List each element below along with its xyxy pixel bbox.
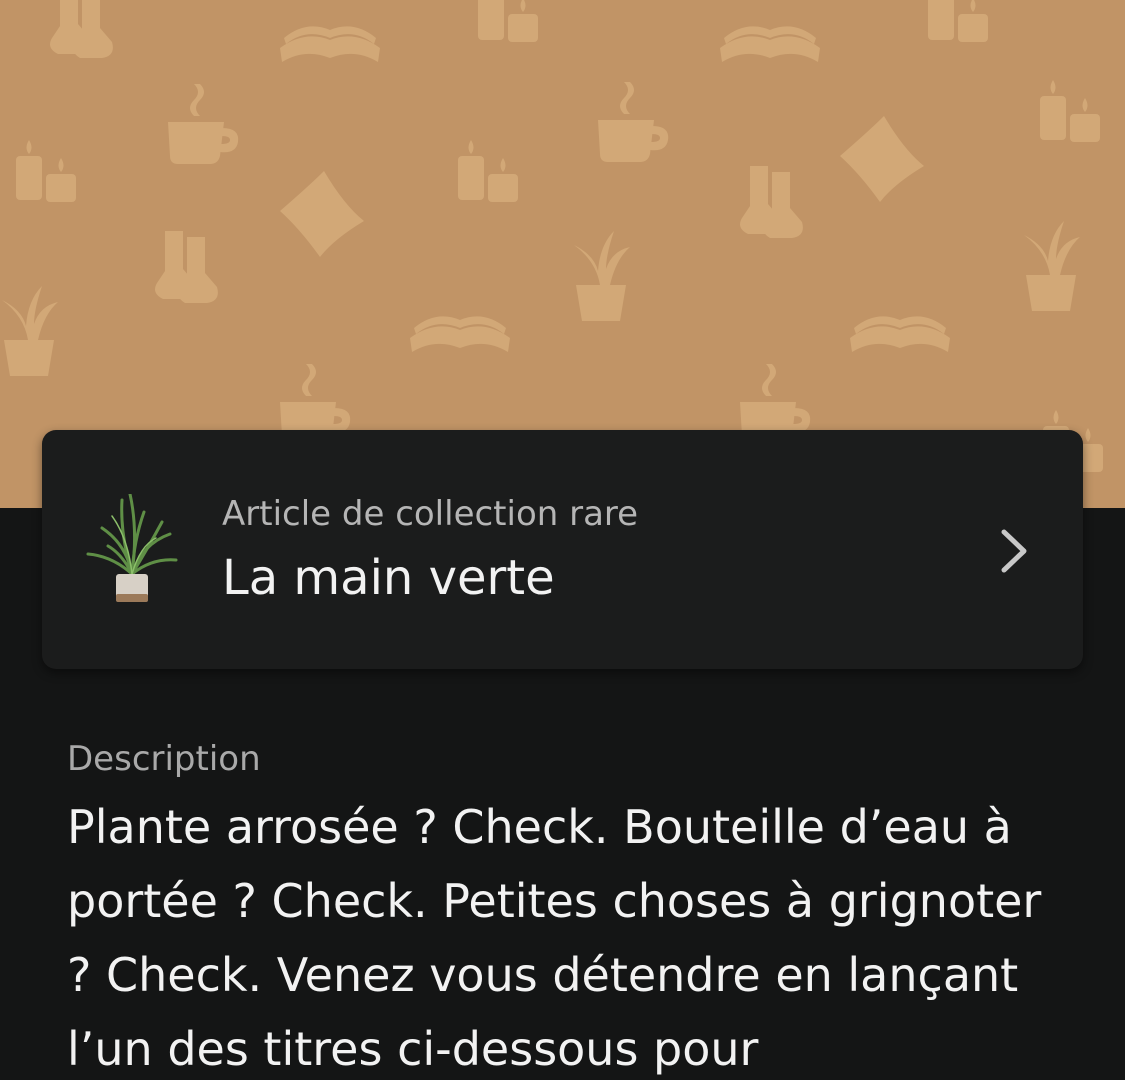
collectible-card[interactable]: Article de collection rare La main verte [42,430,1083,669]
description-text: Plante arrosée ? Check. Bouteille d’eau … [67,800,1042,1076]
chevron-right-icon[interactable] [996,526,1032,576]
collectible-rarity-label: Article de collection rare [222,494,639,534]
collectible-title: La main verte [222,550,555,606]
potted-plant-icon [86,494,178,602]
description-heading: Description [67,739,261,779]
collectible-detail-page: Article de collection rare La main verte… [0,0,1125,1080]
